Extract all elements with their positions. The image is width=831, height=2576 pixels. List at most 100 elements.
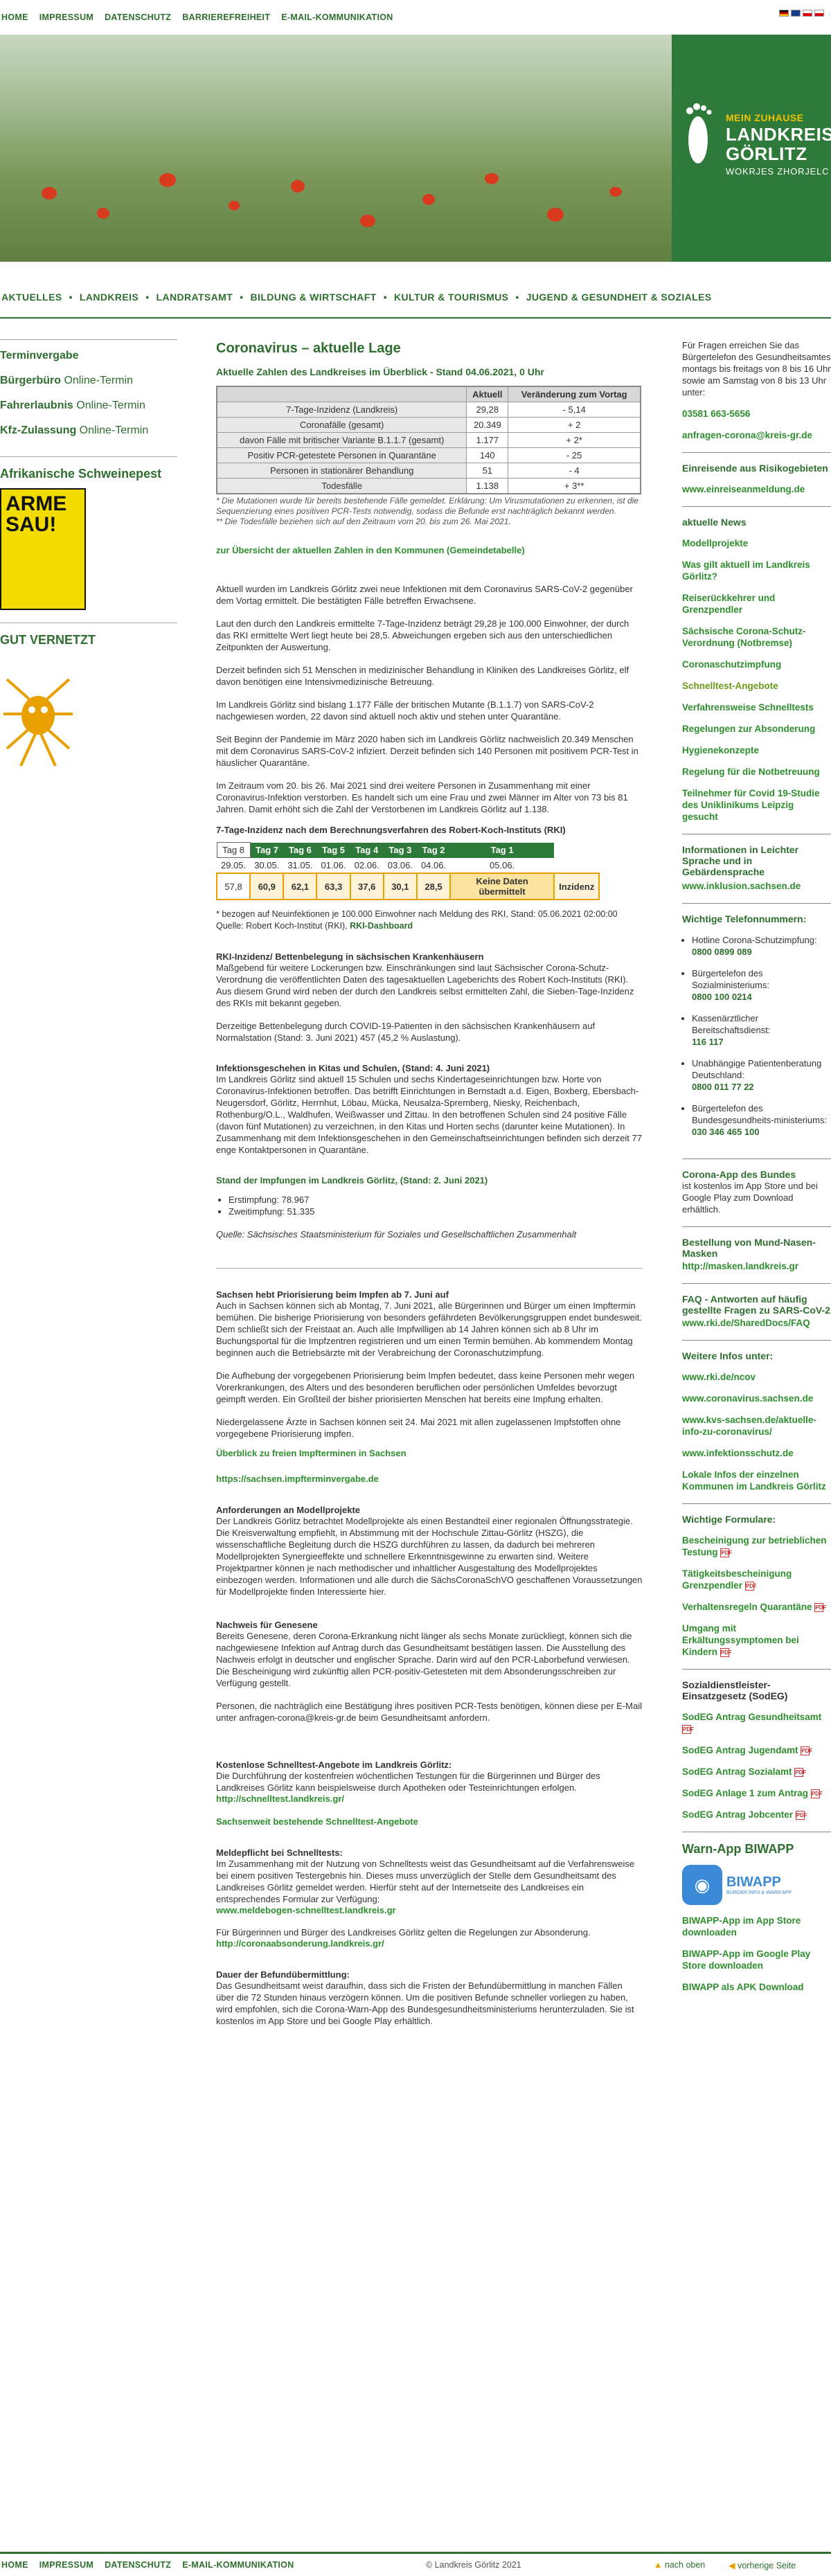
- nav-landratsamt[interactable]: LANDRATSAMT: [157, 292, 233, 303]
- rki-dashboard-link[interactable]: RKI-Dashboard: [350, 921, 413, 931]
- sodeg-link[interactable]: SodEG Antrag Gesundheitsamt PDF: [682, 1711, 831, 1735]
- table-row: Todesfälle 1.138 + 3**: [216, 478, 641, 494]
- gemeindetabelle-link[interactable]: zur Übersicht der aktuellen Zahlen in de…: [216, 545, 643, 555]
- nav-bildung[interactable]: BILDUNG & WIRTSCHAFT: [251, 292, 377, 303]
- biwapp-link[interactable]: BIWAPP als APK Download: [682, 1981, 831, 1993]
- topnav-barrierefreiheit[interactable]: BARRIEREFREIHEIT: [182, 12, 270, 22]
- poppy-decoration: [485, 173, 499, 184]
- absonderung-link[interactable]: http://coronaabsonderung.landkreis.gr/: [216, 1938, 643, 1949]
- news-link-active[interactable]: Schnelltest-Angebote: [682, 680, 831, 692]
- sodeg-link[interactable]: SodEG Antrag Jobcenter PDF: [682, 1809, 831, 1821]
- formular-link[interactable]: Verhaltensregeln Quarantäne PDF: [682, 1601, 831, 1613]
- corona-app-heading[interactable]: Corona-App des Bundes: [682, 1169, 831, 1180]
- sodeg-link[interactable]: SodEG Antrag Jugendamt PDF: [682, 1744, 831, 1756]
- incidence-title: 7-Tage-Inzidenz nach dem Berechnungsverf…: [216, 825, 566, 835]
- news-link[interactable]: Regelung für die Notbetreuung: [682, 766, 831, 778]
- biwapp-link[interactable]: BIWAPP-App im App Store downloaden: [682, 1915, 831, 1938]
- nav-landkreis[interactable]: LANDKREIS: [80, 292, 138, 303]
- footer-impressum[interactable]: IMPRESSUM: [39, 2560, 93, 2570]
- sodeg-link[interactable]: SodEG Anlage 1 zum Antrag PDF: [682, 1787, 831, 1799]
- formular-link[interactable]: Tätigkeitsbescheinigung Grenzpendler PDF: [682, 1568, 831, 1591]
- termin-fahrerlaubnis[interactable]: Fahrerlaubnis Online-Termin: [0, 400, 177, 412]
- flag-en-icon[interactable]: [791, 10, 801, 17]
- flag-pl-icon[interactable]: [803, 10, 812, 17]
- news-link[interactable]: Reiserückkehrer und Grenzpendler: [682, 592, 831, 616]
- biwapp-app-icon: ◉: [682, 1865, 722, 1905]
- poppy-decoration: [229, 201, 240, 211]
- incidence-source: Quelle: Robert Koch-Institut (RKI), RKI-…: [216, 921, 413, 931]
- news-link[interactable]: Regelungen zur Absonderung: [682, 723, 831, 735]
- sodeg-link[interactable]: SodEG Antrag Sozialamt PDF: [682, 1766, 831, 1778]
- news-link[interactable]: Hygienekonzepte: [682, 744, 831, 756]
- flag-cz-icon[interactable]: [814, 10, 824, 17]
- faq-link[interactable]: www.rki.de/SharedDocs/FAQ: [682, 1317, 831, 1329]
- masken-heading: Bestellung von Mund-Nasen-Masken: [682, 1237, 816, 1259]
- table-row: 7-Tage-Inzidenz (Landkreis) 29,28- 5,14: [216, 402, 641, 418]
- footer-email[interactable]: E-MAIL-KOMMUNIKATION: [182, 2560, 294, 2570]
- news-link[interactable]: Teilnehmer für Covid 19-Studie des Unikl…: [682, 787, 831, 823]
- nav-aktuelles[interactable]: AKTUELLES: [1, 292, 62, 303]
- news-link[interactable]: Verfahrensweise Schnelltests: [682, 701, 831, 713]
- news-link[interactable]: Coronaschutzimpfung: [682, 659, 831, 670]
- logo-name-2: GÖRLITZ: [726, 143, 807, 164]
- weitere-link[interactable]: www.kvs-sachsen.de/aktuelle-info-zu-coro…: [682, 1414, 831, 1438]
- main-navigation: AKTUELLES • LANDKREIS • LANDRATSAMT • BILDU…: [0, 277, 831, 319]
- formulare-heading: Wichtige Formulare:: [682, 1514, 776, 1525]
- footer-datenschutz[interactable]: DATENSCHUTZ: [105, 2560, 171, 2570]
- flag-de-icon[interactable]: [779, 10, 789, 17]
- footer-up[interactable]: ▲ nach oben: [654, 2560, 705, 2570]
- poppy-decoration: [97, 208, 109, 219]
- asp-banner[interactable]: ARME SAU!: [0, 488, 86, 610]
- schnelltest-link[interactable]: http://schnelltest.landkreis.gr/: [216, 1794, 643, 1804]
- weitere-link[interactable]: www.rki.de/ncov: [682, 1371, 831, 1383]
- schnelltest-paragraph: Die Durchführung der kostenfreien wöchen…: [216, 1771, 600, 1793]
- news-link[interactable]: Sächsische Corona-Schutz-Verordnung (Not…: [682, 625, 831, 649]
- sodeg-heading: Sozialdienstleister-Einsatzgesetz (SodEG…: [682, 1679, 788, 1701]
- weitere-link[interactable]: www.infektionsschutz.de: [682, 1447, 831, 1459]
- bett-paragraph: Maßgebend für weitere Lockerungen bzw. E…: [216, 963, 634, 1008]
- buergertelefon-number[interactable]: 03581 663-5656: [682, 408, 831, 420]
- topnav-home[interactable]: HOME: [1, 12, 28, 22]
- nav-jugend[interactable]: JUGEND & GESUNDHEIT & SOZIALES: [526, 292, 712, 303]
- paragraph-incidence: Laut den durch den Landkreis ermittelte …: [216, 618, 629, 652]
- genesene-paragraph-2: Personen, die nachträglich eine Bestätig…: [216, 1701, 642, 1723]
- topnav-email[interactable]: E-MAIL-KOMMUNIKATION: [281, 12, 393, 22]
- pdf-icon: PDF: [810, 1789, 823, 1798]
- einreise-link[interactable]: www.einreiseanmeldung.de: [682, 483, 831, 495]
- table-header: Veränderung zum Vortag: [508, 386, 641, 402]
- inklusion-link[interactable]: www.inklusion.sachsen.de: [682, 880, 831, 892]
- spider-mascot-icon[interactable]: [0, 652, 76, 769]
- logo-tagline: MEIN ZUHAUSE: [726, 112, 804, 123]
- biwapp-logo[interactable]: ◉ BIWAPP BÜRGER INFO & WARN APP: [682, 1865, 831, 1905]
- topnav-datenschutz[interactable]: DATENSCHUTZ: [105, 12, 171, 22]
- impfterminvergabe-link[interactable]: https://sachsen.impfterminvergabe.de: [216, 1474, 643, 1484]
- nav-kultur[interactable]: KULTUR & TOURISMUS: [394, 292, 508, 303]
- weitere-link[interactable]: www.coronavirus.sachsen.de: [682, 1393, 831, 1404]
- meldebogen-link[interactable]: www.meldebogen-schnelltest.landkreis.gr: [216, 1905, 643, 1915]
- bett-heading: RKI-Inzidenz/ Bettenbelegung in sächsisc…: [216, 951, 484, 962]
- paragraph-total: Seit Beginn der Pandemie im März 2020 ha…: [216, 734, 638, 768]
- biwapp-link[interactable]: BIWAPP-App im Google Play Store download…: [682, 1948, 831, 1971]
- footer-back[interactable]: ◀ vorherige Seite: [729, 2560, 796, 2570]
- poppy-decoration: [422, 194, 435, 205]
- corona-mail-link[interactable]: anfragen-corona@kreis-gr.de: [682, 429, 831, 441]
- news-link[interactable]: Was gilt aktuell im Landkreis Görlitz?: [682, 559, 831, 582]
- impftermine-link[interactable]: Überblick zu freien Impfterminen in Sach…: [216, 1448, 643, 1458]
- site-logo[interactable]: MEIN ZUHAUSE LANDKREIS GÖRLITZ WOKRJES Z…: [672, 35, 831, 262]
- masken-link[interactable]: http://masken.landkreis.gr: [682, 1260, 831, 1272]
- gut-vernetzt-heading[interactable]: GUT VERNETZT: [0, 633, 177, 647]
- pdf-icon: PDF: [720, 1548, 733, 1557]
- meldepflicht-heading: Meldepflicht bei Schnelltests:: [216, 1848, 343, 1858]
- asp-heading[interactable]: Afrikanische Schweinepest: [0, 467, 177, 481]
- termin-kfz[interactable]: Kfz-Zulassung Online-Termin: [0, 424, 177, 437]
- pdf-icon: PDF: [814, 1602, 827, 1612]
- formular-link[interactable]: Bescheinigung zur betrieblichen Testung …: [682, 1535, 831, 1558]
- weitere-link[interactable]: Lokale Infos der einzelnen Kommunen im L…: [682, 1469, 831, 1492]
- topnav-impressum[interactable]: IMPRESSUM: [39, 12, 93, 22]
- termin-buergerbuero[interactable]: Bürgerbüro Online-Termin: [0, 375, 177, 387]
- page-subtitle: Aktuelle Zahlen des Landkreises im Überb…: [216, 366, 544, 377]
- footer-home[interactable]: HOME: [1, 2560, 28, 2570]
- formular-link[interactable]: Umgang mit Erkältungssymptomen bei Kinde…: [682, 1622, 831, 1658]
- news-link[interactable]: Modellprojekte: [682, 537, 831, 549]
- sachsen-schnelltest-link[interactable]: Sachsenweit bestehende Schnelltest-Angeb…: [216, 1816, 643, 1827]
